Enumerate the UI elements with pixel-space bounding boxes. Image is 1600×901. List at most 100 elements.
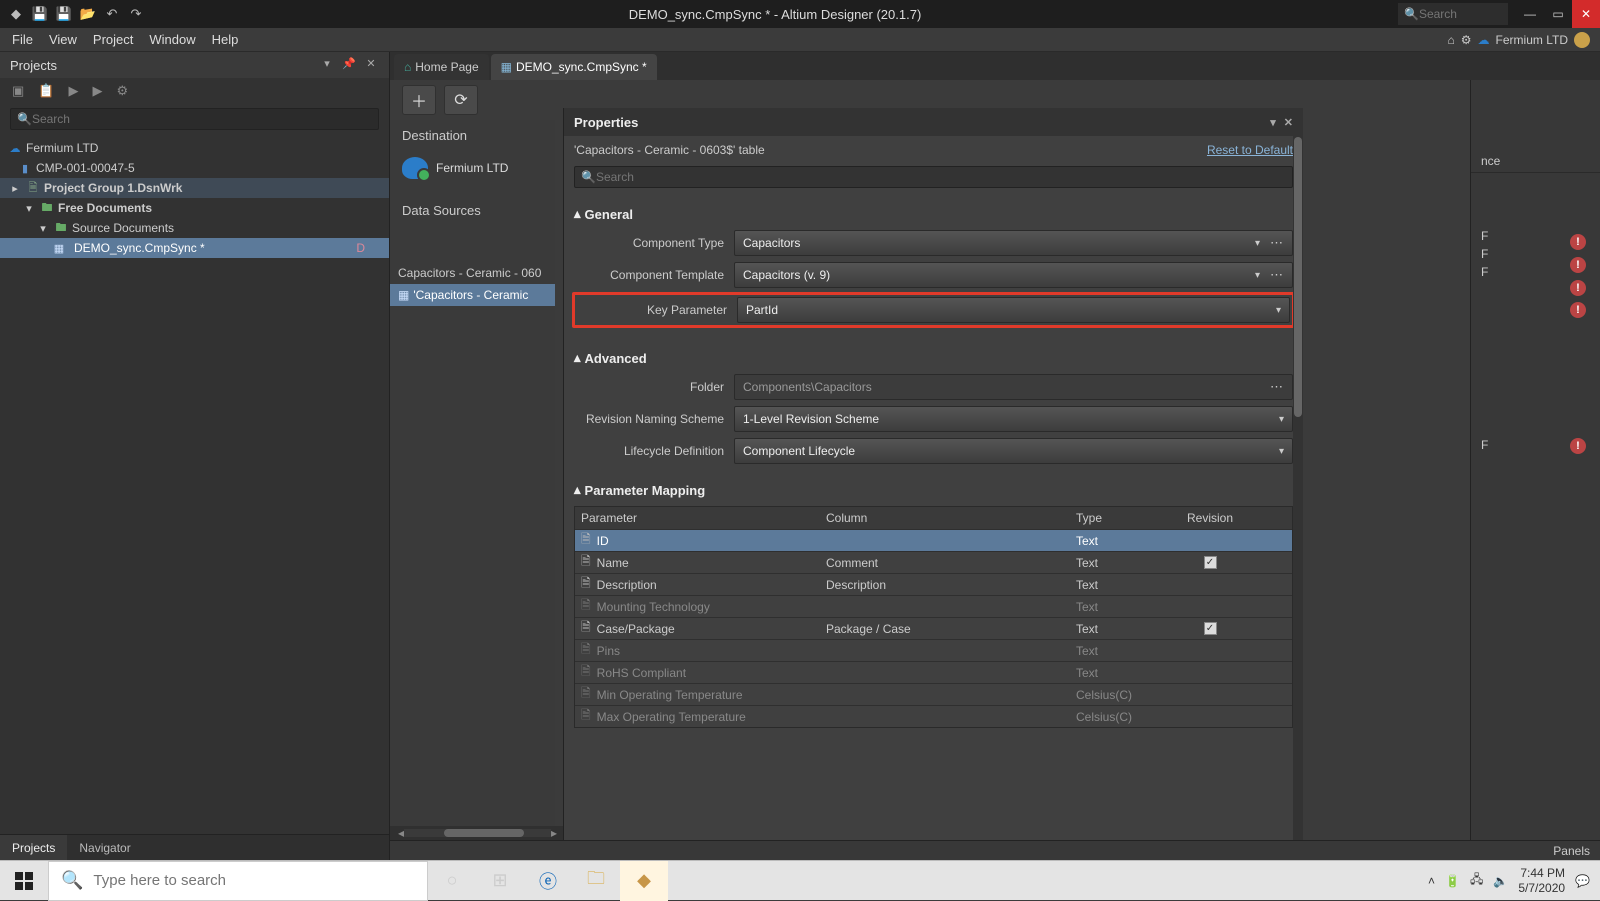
refresh-button[interactable]: ⟳	[444, 85, 478, 115]
tray-volume-icon[interactable]: 🔈	[1493, 874, 1508, 888]
tree-source-documents[interactable]: ▾🖿Source Documents	[0, 218, 389, 238]
menu-file[interactable]: File	[4, 32, 41, 47]
tab-projects[interactable]: Projects	[0, 835, 67, 860]
properties-search-input[interactable]	[596, 170, 1286, 184]
proj-tool-2[interactable]: 📋	[38, 83, 54, 99]
redo-icon[interactable]: ↷	[128, 6, 144, 22]
table-row[interactable]: 🗎Case/PackagePackage / CaseText✓	[575, 617, 1292, 639]
menu-window[interactable]: Window	[141, 32, 203, 47]
proj-tool-4[interactable]: ▶	[92, 83, 102, 99]
menu-project[interactable]: Project	[85, 32, 141, 47]
action-center-icon[interactable]: 💬	[1575, 874, 1590, 888]
tab-navigator[interactable]: Navigator	[67, 835, 142, 860]
tray-battery-icon[interactable]: 🔋	[1445, 874, 1460, 888]
error-badge[interactable]: !	[1570, 257, 1586, 273]
task-view-icon[interactable]: ⊞	[476, 861, 524, 901]
group-general[interactable]: ▴General	[574, 206, 1293, 222]
save-all-icon[interactable]: 💾	[56, 6, 72, 22]
panel-dropdown-icon[interactable]: ▾	[1270, 116, 1276, 129]
group-advanced[interactable]: ▴Advanced	[574, 350, 1293, 366]
global-search-input[interactable]	[1419, 7, 1499, 21]
workspace-name[interactable]: Fermium LTD	[1496, 33, 1568, 47]
component-type-combo[interactable]: Capacitors▾⋯	[734, 230, 1293, 256]
col-header-type[interactable]: Type	[1070, 511, 1170, 525]
group-parameter-mapping[interactable]: ▴Parameter Mapping	[574, 482, 1293, 498]
undo-icon[interactable]: ↶	[104, 6, 120, 22]
minimize-button[interactable]: —	[1516, 0, 1544, 28]
gear-icon[interactable]: ⚙	[1461, 33, 1472, 47]
panel-dropdown-icon[interactable]: ▾	[319, 57, 335, 73]
error-badge[interactable]: !	[1570, 302, 1586, 318]
component-template-combo[interactable]: Capacitors (v. 9)▾⋯	[734, 262, 1293, 288]
error-badge[interactable]: !	[1570, 280, 1586, 296]
panel-close-icon[interactable]: ✕	[1284, 116, 1293, 129]
open-icon[interactable]: 📂	[80, 6, 96, 22]
add-button[interactable]: ＋	[402, 85, 436, 115]
save-icon[interactable]: 💾	[32, 6, 48, 22]
col-header-parameter[interactable]: Parameter	[575, 511, 820, 525]
table-row[interactable]: 🗎Max Operating TemperatureCelsius(C)	[575, 705, 1292, 727]
cortana-icon[interactable]: ○	[428, 861, 476, 901]
tree-item-cmp[interactable]: ▮CMP-001-00047-5	[0, 158, 389, 178]
table-row[interactable]: 🗎DescriptionDescriptionText	[575, 573, 1292, 595]
altium-icon[interactable]: ◆	[620, 861, 668, 901]
projects-search-input[interactable]	[32, 112, 372, 126]
revision-scheme-combo[interactable]: 1-Level Revision Scheme▾	[734, 406, 1293, 432]
projects-search[interactable]: 🔍	[10, 108, 379, 130]
table-row[interactable]: 🗎IDText	[575, 529, 1292, 551]
properties-scrollbar[interactable]	[1293, 136, 1303, 840]
error-badge[interactable]: !	[1570, 438, 1586, 454]
tray-network-icon[interactable]: 🖧	[1470, 870, 1483, 891]
data-source-item-0[interactable]: Capacitors - Ceramic - 060	[390, 262, 555, 284]
tab-home-page[interactable]: ⌂Home Page	[394, 54, 489, 80]
table-row[interactable]: 🗎RoHS CompliantText	[575, 661, 1292, 683]
revision-checkbox[interactable]: ✓	[1204, 556, 1217, 569]
taskbar-search[interactable]: 🔍	[48, 861, 428, 901]
tree-workspace[interactable]: ☁Fermium LTD	[0, 138, 389, 158]
ellipsis-icon[interactable]: ⋯	[1270, 379, 1284, 395]
col-header-column[interactable]: Column	[820, 511, 1070, 525]
col-header-revision[interactable]: Revision	[1170, 511, 1250, 525]
menu-help[interactable]: Help	[204, 32, 247, 47]
table-row[interactable]: 🗎Mounting TechnologyText	[575, 595, 1292, 617]
error-badge[interactable]: !	[1570, 234, 1586, 250]
global-search[interactable]: 🔍	[1398, 3, 1508, 25]
panel-pin-icon[interactable]: 📌	[341, 57, 357, 73]
maximize-button[interactable]: ▭	[1544, 0, 1572, 28]
folder-field[interactable]: Components\Capacitors⋯	[734, 374, 1293, 400]
data-source-item-1[interactable]: ▦'Capacitors - Ceramic	[390, 284, 555, 306]
table-row[interactable]: 🗎NameCommentText✓	[575, 551, 1292, 573]
avatar[interactable]	[1574, 32, 1590, 48]
ellipsis-icon[interactable]: ⋯	[1270, 235, 1284, 251]
proj-tool-1[interactable]: ▣	[12, 83, 24, 99]
proj-tool-gear[interactable]: ⚙	[116, 83, 128, 99]
tree-doc-demo-sync[interactable]: ▦DEMO_sync.CmpSync *D	[0, 238, 389, 258]
panel-close-icon[interactable]: ✕	[363, 57, 379, 73]
tree-free-documents[interactable]: ▾🖿Free Documents	[0, 198, 389, 218]
cloud-icon[interactable]: ☁	[1478, 33, 1490, 47]
tray-chevron-icon[interactable]: ˄	[1428, 874, 1435, 888]
tab-demo-sync[interactable]: ▦DEMO_sync.CmpSync *	[491, 54, 657, 80]
menu-view[interactable]: View	[41, 32, 85, 47]
table-row[interactable]: 🗎Min Operating TemperatureCelsius(C)	[575, 683, 1292, 705]
tree-project-group[interactable]: ▸🗎Project Group 1.DsnWrk	[0, 178, 389, 198]
start-button[interactable]	[0, 861, 48, 901]
panels-button[interactable]: Panels	[1553, 844, 1590, 858]
tray-clock[interactable]: 7:44 PM 5/7/2020	[1518, 866, 1565, 895]
reset-to-default-link[interactable]: Reset to Default	[1207, 143, 1293, 157]
horizontal-scrollbar[interactable]: ◂▸	[390, 826, 565, 840]
table-row[interactable]: 🗎PinsText	[575, 639, 1292, 661]
lifecycle-combo[interactable]: Component Lifecycle▾	[734, 438, 1293, 464]
proj-tool-3[interactable]: ▶	[68, 83, 78, 99]
revision-checkbox[interactable]: ✓	[1204, 622, 1217, 635]
destination-item[interactable]: Fermium LTD	[390, 151, 555, 195]
explorer-icon[interactable]: 🗀	[572, 861, 620, 901]
taskbar-search-input[interactable]	[93, 872, 415, 889]
edge-icon[interactable]: ⓔ	[524, 861, 572, 901]
key-parameter-combo[interactable]: PartId▾	[737, 297, 1290, 323]
home-icon[interactable]: ⌂	[1448, 33, 1455, 47]
data-sources-column: Destination Fermium LTD Data Sources Cap…	[390, 120, 555, 826]
properties-search[interactable]: 🔍	[574, 166, 1293, 188]
close-button[interactable]: ✕	[1572, 0, 1600, 28]
ellipsis-icon[interactable]: ⋯	[1270, 267, 1284, 283]
